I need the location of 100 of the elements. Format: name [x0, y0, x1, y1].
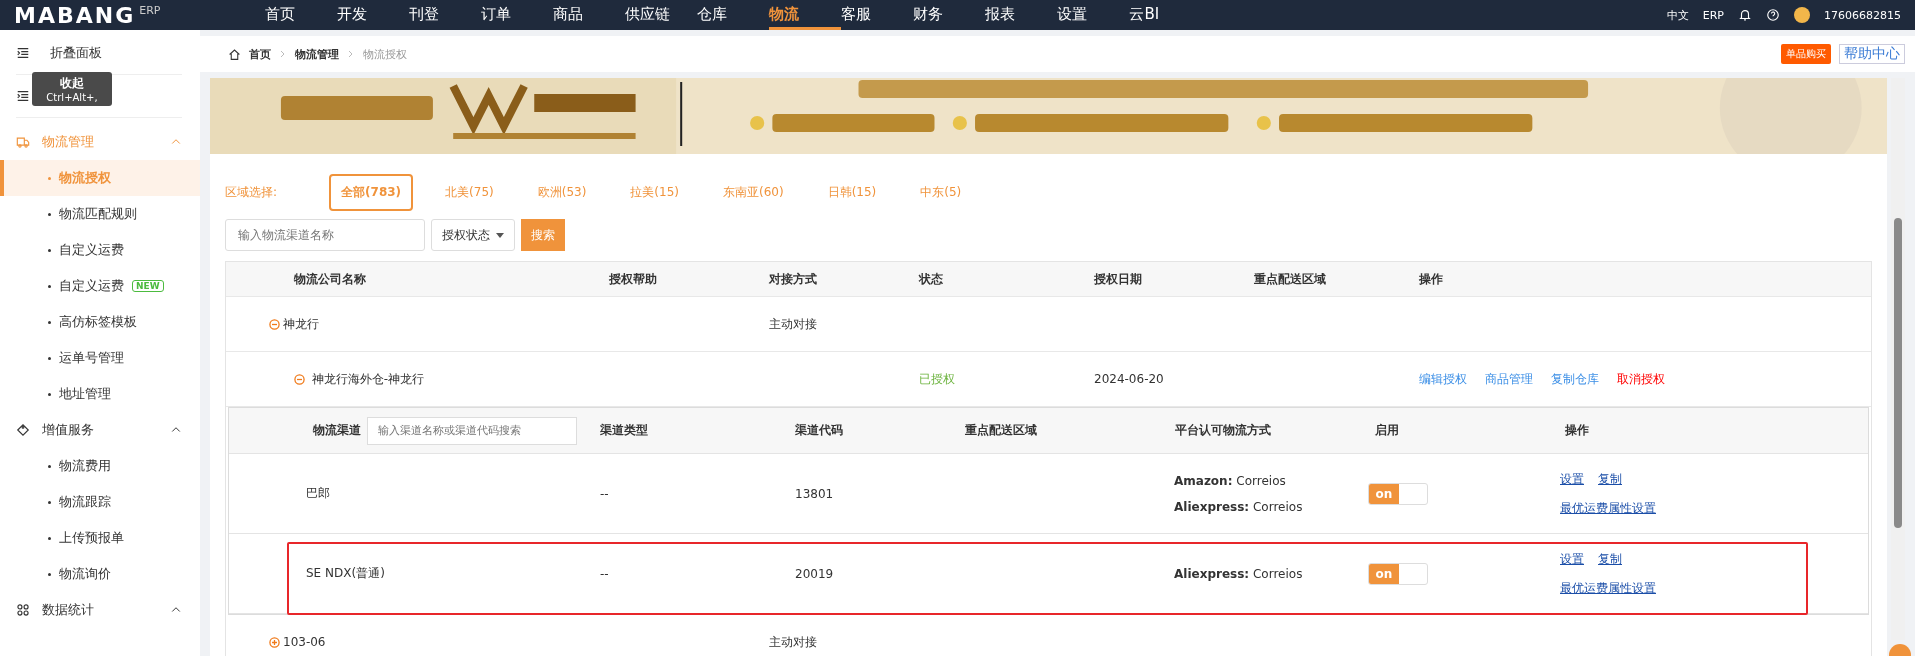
table-cell-text: 2024-06-20: [1093, 372, 1165, 386]
home-icon: [228, 47, 241, 61]
action-link[interactable]: 最优运费属性设置: [1560, 499, 1868, 517]
sidebar-group[interactable]: 增值服务: [0, 412, 200, 448]
company-name: 神龙行: [283, 315, 319, 333]
platform-method: Aliexpress: Correios: [1174, 499, 1304, 514]
platform-method: Aliexpress: Correios: [1174, 566, 1304, 581]
action-link[interactable]: 取消授权: [1617, 370, 1665, 388]
column-header: 操作: [1418, 270, 1444, 288]
nav-item[interactable]: 开发: [337, 0, 410, 30]
grid-icon: [16, 603, 30, 617]
column-header: 对接方式: [768, 270, 818, 288]
sidebar-item[interactable]: 物流跟踪: [0, 484, 200, 520]
warehouse-name: 神龙行海外仓-神龙行: [310, 370, 425, 388]
nav-item[interactable]: 云BI: [1129, 0, 1202, 30]
column-header: 授权帮助: [608, 270, 658, 288]
nav-item[interactable]: 商品: [553, 0, 626, 30]
action-link[interactable]: 最优运费属性设置: [1560, 579, 1868, 597]
sidebar-item[interactable]: 地址管理: [0, 376, 200, 412]
avatar[interactable]: [1794, 7, 1810, 23]
sidebar-item[interactable]: 物流费用: [0, 448, 200, 484]
column-header: 物流渠道: [313, 422, 361, 439]
collapse-icon[interactable]: [294, 373, 305, 385]
table-cell-text: --: [599, 486, 610, 501]
action-link[interactable]: 设置: [1560, 470, 1584, 488]
breadcrumb-link[interactable]: 首页: [249, 46, 271, 62]
column-header: 授权日期: [1093, 270, 1143, 288]
channel-filter-field[interactable]: 输入渠道名称或渠道代码搜索: [367, 416, 577, 445]
action-link[interactable]: 复制仓库: [1551, 370, 1599, 388]
menu-icon: [16, 89, 30, 103]
help-icon: [1766, 8, 1780, 22]
column-header: 渠道类型: [599, 422, 649, 439]
sidebar-item[interactable]: 物流询价: [0, 556, 200, 592]
language-menu[interactable]: 中文: [1666, 7, 1689, 23]
chevron-right-icon: [347, 49, 355, 58]
system-menu[interactable]: ERP: [1702, 8, 1724, 22]
nav-item[interactable]: 供应链: [625, 0, 698, 30]
table-cell-text: --: [599, 566, 610, 581]
sidebar-item[interactable]: 自定义运费 NEW: [0, 268, 200, 304]
channel-search-field[interactable]: 输入物流渠道名称: [225, 219, 425, 251]
column-header: 重点配送区域: [964, 422, 1038, 439]
help-center-button[interactable]: 帮助中心: [1839, 44, 1905, 64]
nav-item[interactable]: 客服: [841, 0, 914, 30]
nav-item[interactable]: 仓库: [697, 0, 770, 30]
menu-icon: [16, 46, 30, 60]
status-dropdown[interactable]: 授权状态: [431, 219, 515, 251]
action-link[interactable]: 设置: [1560, 550, 1584, 568]
expand-icon[interactable]: [269, 636, 280, 648]
truck-icon: [16, 135, 30, 149]
sidebar-item[interactable]: 物流匹配规则: [0, 196, 200, 232]
region-label: 区域选择:: [225, 184, 278, 201]
tag-icon: [16, 423, 30, 437]
breadcrumb-link[interactable]: 物流管理: [295, 46, 339, 62]
chevron-right-icon: [279, 49, 287, 58]
logo[interactable]: MABANG: [14, 2, 136, 28]
action-link[interactable]: 商品管理: [1485, 370, 1533, 388]
sidebar-item[interactable]: 自定义运费: [0, 232, 200, 268]
column-header: 状态: [917, 270, 944, 288]
platform-method: Amazon: Correios: [1174, 473, 1287, 488]
tooltip-title: 收起: [59, 75, 85, 92]
collapse-panel-label[interactable]: 折叠面板: [50, 44, 102, 62]
sidebar-item[interactable]: 高仿标签模板: [0, 304, 200, 340]
collapse-icon[interactable]: [269, 318, 280, 330]
nav-item[interactable]: 订单: [481, 0, 554, 30]
nav-item[interactable]: 首页: [265, 0, 338, 30]
nav-item[interactable]: 刊登: [409, 0, 482, 30]
nav-item[interactable]: 设置: [1057, 0, 1130, 30]
caret-icon: [496, 232, 504, 238]
sidebar-group[interactable]: 数据统计: [0, 592, 200, 628]
table-cell-text: 巴郎: [305, 485, 331, 502]
bell-icon: [1738, 8, 1752, 22]
status-text: 已授权: [918, 370, 956, 388]
nav-item[interactable]: 物流: [769, 0, 842, 30]
action-link[interactable]: 复制: [1598, 550, 1622, 568]
tooltip-shortcut: Ctrl+Alt+,: [45, 92, 99, 103]
nav-item[interactable]: 财务: [913, 0, 986, 30]
group-title: 数据统计: [42, 601, 95, 619]
nav-item[interactable]: 报表: [985, 0, 1058, 30]
user-name[interactable]: 17606682815: [1824, 8, 1901, 22]
group-title: 物流管理: [42, 133, 95, 151]
table-cell-text: 13801: [794, 486, 835, 501]
column-header: 渠道代码: [794, 422, 844, 439]
column-header: 启用: [1374, 422, 1400, 439]
new-badge: NEW: [132, 280, 164, 292]
action-link[interactable]: 编辑授权: [1419, 370, 1467, 388]
company-name: 103-06: [283, 635, 326, 649]
action-link[interactable]: 复制: [1598, 470, 1622, 488]
table-cell-text: 主动对接: [768, 315, 818, 333]
scrollbar[interactable]: [1891, 78, 1905, 640]
sidebar-item[interactable]: 上传预报单: [0, 520, 200, 556]
logo-subtitle: ERP: [139, 3, 161, 17]
column-header: 物流公司名称: [293, 270, 367, 288]
column-header: 重点配送区域: [1253, 270, 1327, 288]
table-cell-text: 20019: [794, 566, 835, 581]
group-title: 增值服务: [42, 421, 95, 439]
column-header: 操作: [1564, 422, 1590, 439]
table-cell-text: SE NDX(普通): [305, 565, 386, 582]
table-cell-text: 主动对接: [768, 633, 818, 651]
column-header: 平台认可物流方式: [1174, 422, 1272, 439]
sidebar-item[interactable]: 运单号管理: [0, 340, 200, 376]
